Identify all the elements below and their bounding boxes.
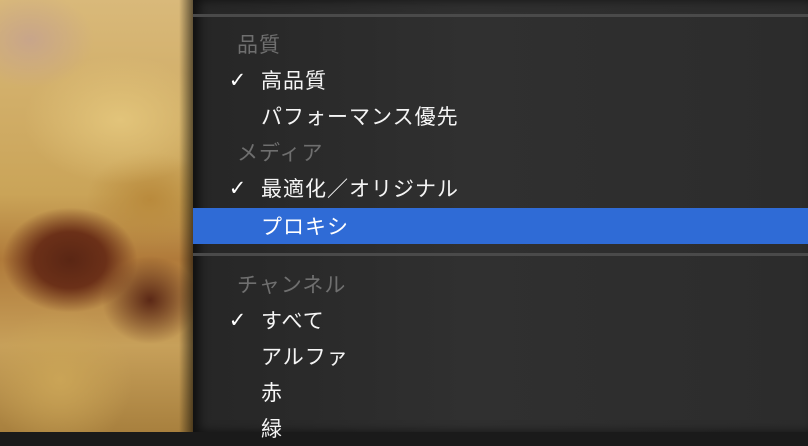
section-header-quality: 品質: [193, 26, 808, 62]
view-options-menu: 品質 ✓ 高品質 パフォーマンス優先 メディア ✓ 最適化／オリジナル プロキシ…: [193, 0, 808, 441]
section-header-label: メディア: [237, 141, 324, 165]
menu-item-proxy[interactable]: プロキシ: [193, 208, 808, 244]
menu-separator: [193, 14, 808, 17]
menu-item-high-quality[interactable]: ✓ 高品質: [193, 62, 808, 98]
checkmark-icon: ✓: [228, 176, 248, 200]
menu-item-green[interactable]: 緑: [193, 410, 808, 446]
menu-item-all[interactable]: ✓ すべて: [193, 302, 808, 338]
menu-item-label: 赤: [261, 381, 283, 405]
section-header-label: 品質: [237, 33, 281, 57]
section-header-media: メディア: [193, 134, 808, 170]
menu-item-optimized-original[interactable]: ✓ 最適化／オリジナル: [193, 170, 808, 206]
menu-item-label: すべて: [261, 309, 325, 333]
menu-separator: [193, 253, 808, 256]
menu-item-label: パフォーマンス優先: [261, 105, 459, 129]
section-header-channels: チャンネル: [193, 266, 808, 302]
menu-item-red[interactable]: 赤: [193, 374, 808, 410]
viewer-edge-shadow: [179, 0, 193, 432]
viewer-image: [0, 0, 193, 432]
menu-item-better-performance[interactable]: パフォーマンス優先: [193, 98, 808, 134]
menu-item-label: 緑: [261, 417, 283, 441]
checkmark-icon: ✓: [228, 308, 248, 332]
menu-item-alpha[interactable]: アルファ: [193, 338, 808, 374]
menu-item-label: 高品質: [261, 69, 327, 93]
menu-item-label: アルファ: [261, 345, 349, 369]
checkmark-icon: ✓: [228, 68, 248, 92]
section-header-label: チャンネル: [237, 273, 347, 297]
menu-item-label: 最適化／オリジナル: [261, 177, 459, 201]
menu-item-label: プロキシ: [261, 215, 349, 239]
